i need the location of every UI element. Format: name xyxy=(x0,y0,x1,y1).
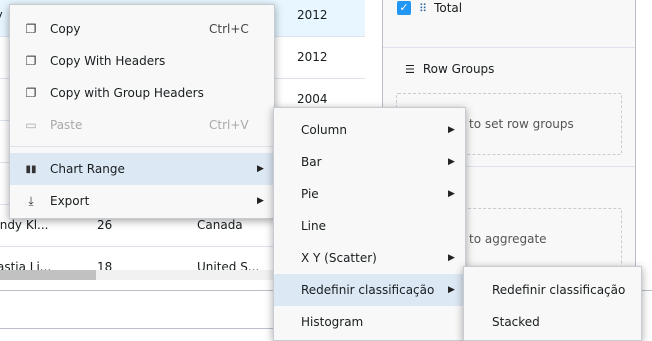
menu-item-shortcut: Ctrl+C xyxy=(209,22,249,36)
row-groups-icon: ☰ xyxy=(405,62,415,76)
menu-item-redefinir-classificacao[interactable]: Redefinir classificação xyxy=(464,274,641,306)
menu-item-shortcut: Ctrl+V xyxy=(209,118,249,132)
menu-item-histogram[interactable]: Histogram xyxy=(274,306,465,338)
menu-item-xy-scatter[interactable]: X Y (Scatter) ▶ xyxy=(274,242,465,274)
menu-item-label: Line xyxy=(301,219,327,233)
values-hint: to aggregate xyxy=(469,232,547,246)
menu-item-label: Redefinir classificação xyxy=(492,283,626,297)
submenu-arrow-icon: ▶ xyxy=(448,125,455,135)
submenu-arrow-icon: ▶ xyxy=(257,196,264,206)
year-cell[interactable]: 2012 xyxy=(297,37,365,78)
paste-icon: ▭ xyxy=(25,118,37,132)
menu-item-line[interactable]: Line xyxy=(274,210,465,242)
menu-item-paste: ▭ Paste Ctrl+V xyxy=(10,109,274,141)
copy-icon: ❐ xyxy=(25,22,37,36)
menu-item-label: Chart Range xyxy=(50,162,125,176)
submenu-arrow-icon: ▶ xyxy=(448,189,455,199)
export-icon: ⤓ xyxy=(28,193,34,208)
menu-item-pie[interactable]: Pie ▶ xyxy=(274,178,465,210)
menu-item-copy[interactable]: ❐ Copy Ctrl+C xyxy=(10,13,274,45)
menu-item-copy-with-group-headers[interactable]: ❐ Copy with Group Headers xyxy=(10,77,274,109)
menu-item-label: Copy xyxy=(50,22,81,36)
chart-range-submenu: Column ▶ Bar ▶ Pie ▶ Line X Y (Scatter) … xyxy=(273,107,466,341)
menu-item-label: Paste xyxy=(50,118,83,132)
context-menu: ❐ Copy Ctrl+C ❐ Copy With Headers ❐ Copy… xyxy=(9,4,275,219)
menu-item-label: Pie xyxy=(301,187,319,201)
menu-item-chart-range[interactable]: ▮▮ Chart Range ▶ xyxy=(10,153,274,185)
total-label: Total xyxy=(434,1,463,15)
age-cell[interactable]: 18 xyxy=(97,247,157,288)
menu-item-label: Histogram xyxy=(301,315,364,329)
chart-icon: ▮▮ xyxy=(25,163,37,175)
menu-item-label: Bar xyxy=(301,155,322,169)
redefinir-submenu: Redefinir classificação Stacked xyxy=(463,266,642,341)
row-groups-title: Row Groups xyxy=(422,62,495,76)
submenu-arrow-icon: ▶ xyxy=(448,285,455,295)
submenu-arrow-icon: ▶ xyxy=(448,253,455,263)
total-column-item[interactable]: ✓ ⠿ Total xyxy=(397,0,462,16)
row-groups-header: ☰ Row Groups xyxy=(405,62,494,76)
drag-handle-icon[interactable]: ⠿ xyxy=(419,2,427,15)
menu-item-redefinir-classificacao[interactable]: Redefinir classificação ▶ xyxy=(274,274,465,306)
menu-item-label: X Y (Scatter) xyxy=(301,251,377,265)
copy-icon: ❐ xyxy=(25,54,37,68)
menu-item-bar[interactable]: Bar ▶ xyxy=(274,146,465,178)
menu-item-label: Stacked xyxy=(492,315,540,329)
total-checkbox[interactable]: ✓ xyxy=(397,1,411,15)
menu-item-copy-with-headers[interactable]: ❐ Copy With Headers xyxy=(10,45,274,77)
menu-separator xyxy=(10,146,274,147)
menu-item-export[interactable]: ⤓ Export ▶ xyxy=(10,185,274,217)
row-groups-hint: to set row groups xyxy=(469,117,574,131)
year-cell[interactable]: 2012 xyxy=(297,0,365,36)
scrollbar-thumb[interactable] xyxy=(0,270,96,280)
menu-item-label: Column xyxy=(301,123,347,137)
name-cell[interactable]: Nastia Li... xyxy=(0,247,88,288)
menu-item-label: Copy with Group Headers xyxy=(50,86,204,100)
menu-item-label: Copy With Headers xyxy=(50,54,166,68)
menu-item-column[interactable]: Column ▶ xyxy=(274,114,465,146)
menu-item-label: Export xyxy=(50,194,90,208)
submenu-arrow-icon: ▶ xyxy=(448,157,455,167)
menu-item-label: Redefinir classificação xyxy=(301,283,435,297)
menu-item-stacked[interactable]: Stacked xyxy=(464,306,641,338)
submenu-arrow-icon: ▶ xyxy=(257,164,264,174)
copy-icon: ❐ xyxy=(25,86,37,100)
